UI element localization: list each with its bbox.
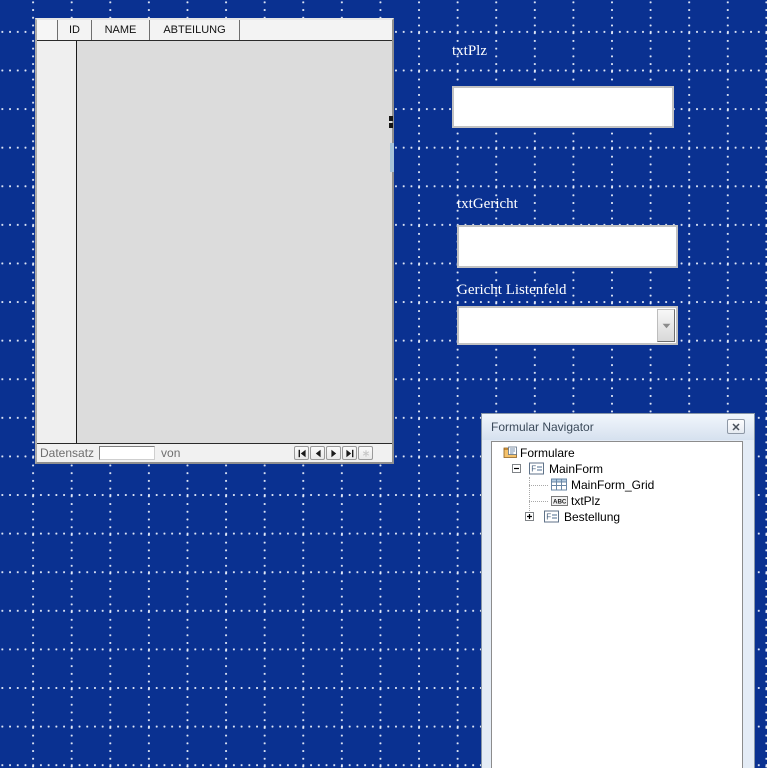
chevron-down-icon: [662, 323, 670, 328]
tree-item-formulare[interactable]: Formulare: [492, 445, 742, 461]
table-grid-control[interactable]: ID NAME ABTEILUNG Datensatz von: [35, 18, 394, 464]
form-icon: F: [529, 462, 544, 475]
tree-item-label: MainForm: [549, 462, 604, 476]
grid-column-header-id[interactable]: ID: [58, 20, 92, 40]
navigator-close-button[interactable]: [727, 419, 745, 434]
close-icon: [732, 422, 740, 431]
record-nav-buttons: [294, 446, 373, 460]
listenfeld-label: Gericht Listenfeld: [457, 282, 567, 298]
edge-mark: [390, 143, 394, 172]
form-navigator-window[interactable]: Formular Navigator Formulare F MainForm …: [481, 413, 755, 768]
minus-icon: [514, 467, 519, 470]
record-label: Datensatz: [40, 446, 95, 460]
tree-item-label: Bestellung: [564, 510, 621, 524]
previous-record-icon: [315, 449, 321, 457]
edge-mark: [389, 123, 393, 128]
edge-mark: [389, 116, 393, 121]
grid-corner-cell: [37, 20, 58, 40]
grid-header-filler: [240, 20, 392, 40]
collapse-expander[interactable]: [512, 464, 521, 473]
tree-item-txtplz[interactable]: ABC txtPlz: [492, 493, 742, 509]
new-record-button-disabled[interactable]: [358, 446, 373, 460]
next-record-button[interactable]: [326, 446, 341, 460]
expand-expander[interactable]: [525, 512, 534, 521]
svg-text:F: F: [531, 465, 536, 474]
txtplz-input[interactable]: [452, 86, 674, 128]
record-of-label: von: [161, 446, 181, 460]
previous-record-button[interactable]: [310, 446, 325, 460]
forms-folder-icon: [503, 446, 517, 458]
new-record-icon: [362, 449, 369, 457]
txtplz-label: txtPlz: [452, 43, 488, 59]
row-handle-column: [37, 41, 77, 443]
tree-item-label: txtPlz: [571, 494, 601, 508]
svg-text:F: F: [546, 513, 551, 522]
last-record-icon: [345, 449, 353, 457]
first-record-icon: [298, 449, 306, 457]
form-icon: F: [544, 510, 559, 523]
plus-icon: [527, 514, 532, 519]
navigator-tree-panel: Formulare F MainForm MainForm_Grid ABC t…: [491, 441, 743, 768]
record-number-input[interactable]: [99, 446, 156, 460]
grid-column-header-abteilung[interactable]: ABTEILUNG: [150, 20, 240, 40]
tree-item-label: Formulare: [520, 446, 575, 460]
navigator-title: Formular Navigator: [491, 420, 594, 434]
svg-text:ABC: ABC: [553, 498, 567, 505]
next-record-icon: [330, 449, 336, 457]
navigator-titlebar[interactable]: Formular Navigator: [482, 414, 754, 440]
tree-item-bestellung[interactable]: F Bestellung: [492, 509, 742, 525]
grid-column-header-name[interactable]: NAME: [92, 20, 150, 40]
table-grid-icon: [551, 478, 567, 491]
last-record-button[interactable]: [342, 446, 357, 460]
txtgericht-label: txtGericht: [457, 196, 518, 212]
form-design-canvas: ID NAME ABTEILUNG Datensatz von txtPlz t…: [0, 0, 767, 768]
record-navigation-bar: Datensatz von: [37, 443, 392, 462]
tree-item-mainform-grid[interactable]: MainForm_Grid: [492, 477, 742, 493]
text-field-icon: ABC: [551, 496, 568, 506]
grid-body: [37, 41, 392, 443]
listbox-dropdown-button[interactable]: [657, 309, 675, 342]
tree-item-mainform[interactable]: F MainForm: [492, 461, 742, 477]
txtgericht-input[interactable]: [457, 225, 678, 268]
first-record-button[interactable]: [294, 446, 309, 460]
grid-header-row: ID NAME ABTEILUNG: [37, 20, 392, 41]
tree-item-label: MainForm_Grid: [571, 478, 655, 492]
gericht-listbox[interactable]: [457, 306, 678, 345]
